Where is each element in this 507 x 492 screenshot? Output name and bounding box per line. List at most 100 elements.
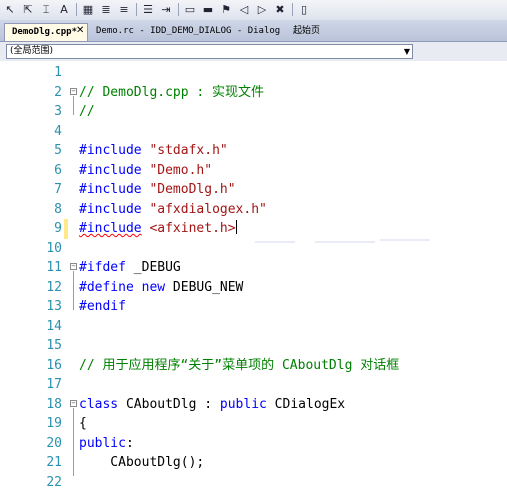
code-token: public xyxy=(220,397,267,412)
line-number: 13 xyxy=(28,297,62,317)
pointer-icon[interactable]: ↖ xyxy=(2,2,18,17)
code-line[interactable]: 19 { xyxy=(0,414,507,434)
render-artifact xyxy=(285,241,295,243)
code-token: CAboutDlg(); xyxy=(79,455,204,470)
line-number: 1 xyxy=(28,63,62,83)
line-number: 21 xyxy=(28,453,62,473)
collapse-region-icon[interactable]: − xyxy=(70,88,77,95)
code-token: "stdafx.h" xyxy=(149,143,227,158)
line-number: 22 xyxy=(28,473,62,492)
code-token: "Demo.h" xyxy=(149,163,212,178)
bookmark-icon[interactable]: ⚑ xyxy=(218,2,234,17)
scroll-icon[interactable]: ▯ xyxy=(296,2,312,17)
render-artifact xyxy=(315,241,375,243)
code-line[interactable]: 5 #include "stdafx.h" xyxy=(0,141,507,161)
code-token: #define xyxy=(79,280,142,295)
code-line[interactable]: 8 #include "afxdialogex.h" xyxy=(0,200,507,220)
list-icon[interactable]: ☰ xyxy=(140,2,156,17)
collapse-region-icon[interactable]: − xyxy=(70,400,77,407)
fold-outline xyxy=(73,96,74,116)
code-token: // xyxy=(79,104,95,119)
code-token: #include xyxy=(79,202,149,217)
tab-label: Demo.rc - IDD_DEMO_DIALOG - Dialog xyxy=(96,26,280,36)
code-line[interactable]: 15 xyxy=(0,336,507,356)
line-number: 11 xyxy=(28,258,62,278)
render-artifact xyxy=(380,239,430,241)
code-line[interactable]: 7#include "DemoDlg.h" xyxy=(0,180,507,200)
code-token: new xyxy=(142,280,165,295)
grid-icon[interactable]: ▦ xyxy=(80,2,96,17)
code-editor[interactable]: 12−// DemoDlg.cpp : 实现文件3 // 45 #include "s… xyxy=(0,61,507,481)
code-token: DEBUG_NEW xyxy=(165,280,243,295)
line-number: 19 xyxy=(28,414,62,434)
code-text: #include <afxinet.h> xyxy=(79,219,237,239)
editor-toolbar: ↖⇱⌶A ▦≣≡ ☰⇥ ▭▬⚑◁▷✖ ▯ xyxy=(0,0,507,21)
code-line[interactable]: 16 // 用于应用程序“关于”菜单项的 CAboutDlg 对话框 xyxy=(0,356,507,376)
line-number: 6 xyxy=(28,161,62,181)
code-line[interactable]: 17 xyxy=(0,375,507,395)
code-token: #include xyxy=(79,143,149,158)
code-line[interactable]: 9 #include <afxinet.h> xyxy=(0,219,507,239)
code-token: public xyxy=(79,436,126,451)
scope-dropdown[interactable]: (全局范围) ▼ xyxy=(6,44,413,59)
line-number: 16 xyxy=(28,356,62,376)
code-text: { xyxy=(79,414,87,434)
font-icon[interactable]: A xyxy=(56,2,72,17)
code-token: class xyxy=(79,397,118,412)
line-number: 5 xyxy=(28,141,62,161)
code-token: // DemoDlg.cpp : 实现文件 xyxy=(79,85,264,100)
code-text: class CAboutDlg : public CDialogEx xyxy=(79,395,345,415)
arrow-icon[interactable]: ⇱ xyxy=(20,2,36,17)
document-tab-bar: DemoDlg.cpp* ✕ Demo.rc - IDD_DEMO_DIALOG… xyxy=(0,20,507,42)
code-token: _DEBUG xyxy=(134,260,181,275)
code-line[interactable]: 10 xyxy=(0,239,507,259)
code-line[interactable]: 2−// DemoDlg.cpp : 实现文件 xyxy=(0,83,507,103)
bookmark-clear-icon[interactable]: ✖ xyxy=(272,2,288,17)
code-text: #endif xyxy=(79,297,126,317)
code-line[interactable]: 1 xyxy=(0,63,507,83)
align-left-icon[interactable]: ≣ xyxy=(98,2,114,17)
code-line[interactable]: 21 CAboutDlg(); xyxy=(0,453,507,473)
code-text: // 用于应用程序“关于”菜单项的 CAboutDlg 对话框 xyxy=(79,356,399,376)
code-token: CAboutDlg : xyxy=(118,397,220,412)
tab-demo-rc-dialog[interactable]: Demo.rc - IDD_DEMO_DIALOG - Dialog xyxy=(89,23,279,41)
code-line[interactable]: 4 xyxy=(0,122,507,142)
code-line[interactable]: 12#define new DEBUG_NEW xyxy=(0,278,507,298)
line-number: 8 xyxy=(28,200,62,220)
code-line[interactable]: 6#include "Demo.h" xyxy=(0,161,507,181)
navigation-bar: (全局范围) ▼ xyxy=(0,42,507,61)
code-line[interactable]: 11−#ifdef _DEBUG xyxy=(0,258,507,278)
scope-value: (全局范围) xyxy=(10,46,53,56)
toolbar-separator xyxy=(178,3,179,16)
collapse-region-icon[interactable]: − xyxy=(70,263,77,270)
line-number: 3 xyxy=(28,102,62,122)
code-token: "afxdialogex.h" xyxy=(149,202,266,217)
code-text: public: xyxy=(79,434,134,454)
line-number: 17 xyxy=(28,375,62,395)
indent-icon[interactable]: ⇥ xyxy=(158,2,174,17)
uncomment-icon[interactable]: ▬ xyxy=(200,2,216,17)
code-token: CDialogEx xyxy=(267,397,345,412)
bookmark-prev-icon[interactable]: ◁ xyxy=(236,2,252,17)
bookmark-next-icon[interactable]: ▷ xyxy=(254,2,270,17)
code-text: CAboutDlg(); xyxy=(79,453,204,473)
code-text: #define new DEBUG_NEW xyxy=(79,278,243,298)
code-line[interactable]: 14 xyxy=(0,317,507,337)
line-number: 4 xyxy=(28,122,62,142)
close-tab-icon[interactable]: ✕ xyxy=(76,26,86,36)
line-number: 9 xyxy=(28,219,62,239)
code-token: #include xyxy=(79,221,142,236)
code-line[interactable]: 22 xyxy=(0,473,507,492)
comment-icon[interactable]: ▭ xyxy=(182,2,198,17)
align-right-icon[interactable]: ≡ xyxy=(116,2,132,17)
tab-start-page[interactable]: 起始页 xyxy=(286,23,336,41)
code-line[interactable]: 18−class CAboutDlg : public CDialogEx xyxy=(0,395,507,415)
code-line[interactable]: 20public: xyxy=(0,434,507,454)
cursor-icon[interactable]: ⌶ xyxy=(38,2,54,17)
code-line[interactable]: 13 #endif xyxy=(0,297,507,317)
code-token: "DemoDlg.h" xyxy=(149,182,235,197)
tab-label: DemoDlg.cpp* xyxy=(12,27,77,37)
chevron-down-icon[interactable]: ▼ xyxy=(404,45,410,58)
line-number: 15 xyxy=(28,336,62,356)
code-line[interactable]: 3 // xyxy=(0,102,507,122)
